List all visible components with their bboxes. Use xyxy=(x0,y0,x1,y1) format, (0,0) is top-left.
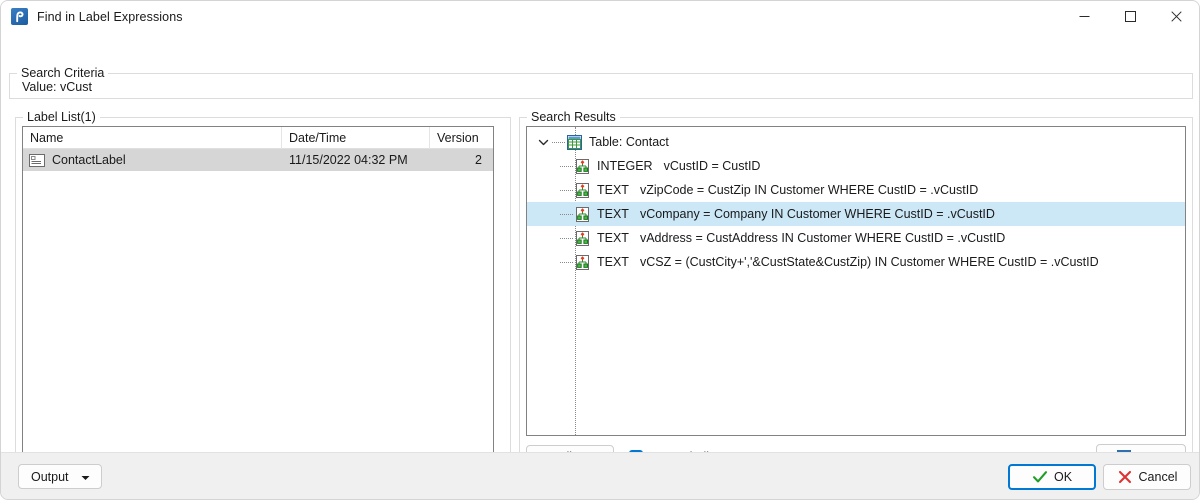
table-row[interactable]: ContactLabel 11/15/2022 04:32 PM 2 xyxy=(23,149,493,171)
expression-text: vAddress = CustAddress IN Customer WHERE… xyxy=(639,231,1006,245)
dialog-body: Search Criteria Value: vCust Label List(… xyxy=(1,32,1199,475)
tree-node-label: TEXT vAddress = CustAddress IN Customer W… xyxy=(597,231,1005,245)
label-version-cell: 2 xyxy=(475,153,482,167)
expression-text: vZipCode = CustZip IN Customer WHERE Cus… xyxy=(639,183,979,197)
label-list-group: Label List(1) Name Date/Time Version Con… xyxy=(15,110,511,475)
tree-node-expression-0[interactable]: INTEGER vCustID = CustID xyxy=(527,154,1185,178)
app-icon xyxy=(11,8,28,25)
tree-connector xyxy=(560,202,574,226)
label-list-header: Name Date/Time Version xyxy=(23,127,493,149)
column-header-datetime[interactable]: Date/Time xyxy=(282,127,430,149)
minimize-icon[interactable] xyxy=(1061,1,1107,32)
tree-node-label: INTEGER vCustID = CustID xyxy=(597,159,760,173)
expression-icon xyxy=(574,182,591,199)
expression-text: vCompany = Company IN Customer WHERE Cus… xyxy=(639,207,995,221)
expression-icon xyxy=(574,206,591,223)
label-list-legend: Label List(1) xyxy=(23,110,100,124)
expression-type: TEXT xyxy=(597,255,629,269)
label-name-text: ContactLabel xyxy=(52,153,126,167)
window-controls xyxy=(1061,1,1199,32)
column-header-version[interactable]: Version xyxy=(430,127,492,149)
search-criteria-group: Search Criteria Value: vCust xyxy=(9,66,1193,99)
tree-node-expression-2[interactable]: TEXT vCompany = Company IN Customer WHERE… xyxy=(527,202,1185,226)
tree-connector xyxy=(560,154,574,178)
search-results-legend: Search Results xyxy=(527,110,620,124)
cancel-label: Cancel xyxy=(1138,470,1178,484)
tree-connector xyxy=(560,226,574,250)
tree-node-label: Table: Contact xyxy=(589,135,669,149)
label-list-view[interactable]: Name Date/Time Version ContactLabel 11/1… xyxy=(22,126,494,470)
output-split-button[interactable]: Output xyxy=(18,464,102,489)
window-title: Find in Label Expressions xyxy=(37,9,183,24)
table-icon xyxy=(566,134,583,151)
expression-type: TEXT xyxy=(597,231,629,245)
search-results-group: Search Results Table: Contact INTEGER vC… xyxy=(519,110,1193,475)
expression-type: TEXT xyxy=(597,207,629,221)
dialog-footer: Output OK Cancel xyxy=(1,452,1199,499)
chevron-down-icon[interactable] xyxy=(535,134,551,150)
search-criteria-legend: Search Criteria xyxy=(17,66,109,80)
tree-node-expression-3[interactable]: TEXT vAddress = CustAddress IN Customer W… xyxy=(527,226,1185,250)
close-icon[interactable] xyxy=(1153,1,1199,32)
expression-icon xyxy=(574,230,591,247)
tree-node-expression-1[interactable]: TEXT vZipCode = CustZip IN Customer WHERE… xyxy=(527,178,1185,202)
expression-text: vCSZ = (CustCity+','&CustState&CustZip) … xyxy=(639,255,1099,269)
expression-text: vCustID = CustID xyxy=(663,159,761,173)
expression-icon xyxy=(574,254,591,271)
caret-down-icon[interactable] xyxy=(81,470,90,484)
cross-icon xyxy=(1117,469,1133,485)
expression-type: INTEGER xyxy=(597,159,653,173)
output-label: Output xyxy=(31,469,69,484)
check-icon xyxy=(1032,469,1048,485)
column-header-name[interactable]: Name xyxy=(23,127,282,149)
find-in-label-expressions-window: Find in Label Expressions Search Criteri… xyxy=(0,0,1200,500)
label-icon xyxy=(29,153,45,167)
search-results-tree[interactable]: Table: Contact INTEGER vCustID = CustID … xyxy=(526,126,1186,436)
search-criteria-value: Value: vCust xyxy=(22,80,92,94)
tree-connector xyxy=(560,250,574,274)
expression-type: TEXT xyxy=(597,183,629,197)
maximize-icon[interactable] xyxy=(1107,1,1153,32)
cancel-button[interactable]: Cancel xyxy=(1103,464,1191,490)
tree-node-label: TEXT vCompany = Company IN Customer WHERE… xyxy=(597,207,995,221)
tree-node-label: TEXT vZipCode = CustZip IN Customer WHERE… xyxy=(597,183,978,197)
tree-connector xyxy=(560,178,574,202)
tree-node-expression-4[interactable]: TEXT vCSZ = (CustCity+','&CustState&CustZ… xyxy=(527,250,1185,274)
label-datetime-cell: 11/15/2022 04:32 PM xyxy=(289,153,408,167)
ok-label: OK xyxy=(1053,470,1073,484)
expression-icon xyxy=(574,158,591,175)
tree-node-label: TEXT vCSZ = (CustCity+','&CustState&CustZ… xyxy=(597,255,1099,269)
tree-node-table-contact[interactable]: Table: Contact xyxy=(527,130,1185,154)
tree-connector xyxy=(552,141,565,143)
label-name-cell: ContactLabel xyxy=(23,149,282,171)
title-bar: Find in Label Expressions xyxy=(1,1,1199,32)
ok-button[interactable]: OK xyxy=(1008,464,1096,490)
